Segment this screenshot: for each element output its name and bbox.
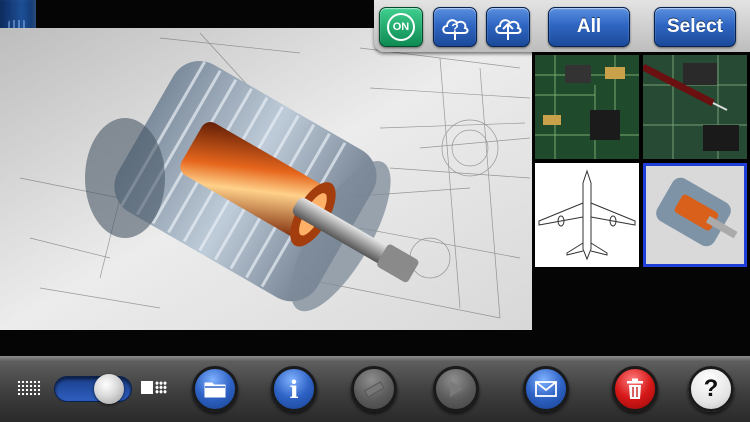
- thumbnail-circuit-board-probe[interactable]: [643, 55, 747, 159]
- top-toolbar: ON ? All Select: [374, 0, 750, 52]
- cloud-upload-button[interactable]: [486, 7, 530, 47]
- on-indicator: ON: [387, 13, 415, 41]
- motor-thumbnail-image: [646, 166, 744, 264]
- photo-viewer-app: ON ? All Select i ?: [0, 0, 750, 422]
- airplane-blueprint-image: [535, 163, 639, 267]
- power-on-button[interactable]: ON: [379, 7, 423, 47]
- select-all-button[interactable]: All: [548, 7, 630, 47]
- select-button[interactable]: Select: [654, 7, 736, 47]
- slider-knob[interactable]: [94, 374, 125, 404]
- help-button[interactable]: ?: [688, 366, 734, 412]
- info-button[interactable]: i: [271, 366, 317, 412]
- mail-button[interactable]: [523, 366, 569, 412]
- circuit-board-image: [535, 55, 639, 159]
- thumbnail-circuit-board-green[interactable]: [535, 55, 639, 159]
- thumbnail-grid: [534, 54, 750, 268]
- cloud-question-icon: ?: [442, 19, 469, 40]
- delete-button[interactable]: [612, 366, 658, 412]
- measure-button[interactable]: [351, 366, 397, 412]
- grid-large-icon[interactable]: [141, 380, 167, 396]
- motor-cutaway-image: [0, 28, 532, 330]
- bottom-toolbar: i ?: [0, 356, 750, 422]
- thumbnail-size-slider[interactable]: [54, 374, 132, 404]
- svg-text:?: ?: [451, 21, 458, 35]
- cloud-upload-icon: [495, 19, 522, 40]
- thumbnail-electric-motor-selected[interactable]: [643, 163, 747, 267]
- play-button[interactable]: [433, 366, 479, 412]
- cloud-help-button[interactable]: ?: [433, 7, 477, 47]
- folder-button[interactable]: [192, 366, 238, 412]
- main-image-viewer[interactable]: [0, 28, 532, 330]
- circuit-board-probe-image: [643, 55, 747, 159]
- thumbnail-airplane-blueprint[interactable]: [535, 163, 639, 267]
- grid-small-icon[interactable]: [17, 380, 41, 396]
